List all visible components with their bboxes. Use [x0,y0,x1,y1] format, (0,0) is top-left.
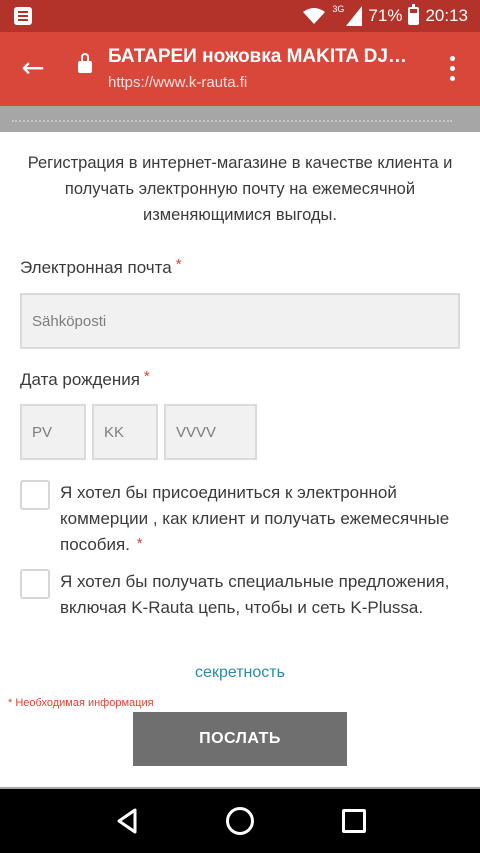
required-mark: * [175,256,182,273]
offers-checkbox-label: Я хотел бы получать специальные предложе… [60,572,450,617]
required-mark: * [143,368,150,385]
notification-icon [14,7,32,25]
battery-icon [408,4,420,25]
ecommerce-checkbox-label: Я хотел бы присоединиться к электронной … [60,480,460,559]
email-field[interactable] [20,293,460,349]
privacy-link[interactable]: секретность [0,664,480,682]
submit-button[interactable]: ПОСЛАТЬ [133,712,347,766]
nav-recent-icon[interactable] [342,809,366,833]
wifi-icon [303,8,326,24]
lock-icon [78,53,92,73]
page-url[interactable]: https://www.k-rauta.fi [108,74,247,91]
more-vert-icon[interactable] [444,54,460,84]
email-label: Электронная почта * [20,256,182,278]
ecommerce-checkbox-text: Я хотел бы присоединиться к электронной … [60,483,450,554]
offers-checkbox[interactable] [20,569,50,599]
ecommerce-checkbox[interactable] [20,480,50,510]
backdrop-text [12,120,452,130]
battery-percent: 71% [368,6,403,25]
birth-day-field[interactable] [20,404,86,460]
navigation-bar [0,789,480,853]
birth-month-field[interactable] [92,404,158,460]
registration-modal: Регистрация в интернет-магазине в качест… [0,132,480,787]
network-type: 3G [332,4,345,14]
arrow-left-icon[interactable]: ← [18,54,48,84]
intro-text: Регистрация в интернет-магазине в качест… [27,154,453,224]
status-bar: 3G 71% 20:13 [0,0,480,32]
birthdate-label: Дата рождения * [20,368,150,390]
required-note: * Необходимая информация [8,697,154,709]
page-title[interactable]: БАТАРЕИ ножовка MAKITA DJR183Z [108,46,418,68]
status-bar-right: 3G 71% 20:13 [302,0,468,32]
nav-home-icon[interactable] [226,807,254,835]
nav-back-icon[interactable] [113,807,141,835]
required-mark: * [136,535,143,552]
clock: 20:13 [425,6,468,25]
browser-toolbar: ← БАТАРЕИ ножовка MAKITA DJR183Z https:/… [0,32,480,106]
birthdate-label-text: Дата рождения [20,370,140,389]
email-label-text: Электронная почта [20,258,172,277]
signal-icon [346,6,363,26]
birth-year-field[interactable] [164,404,257,460]
